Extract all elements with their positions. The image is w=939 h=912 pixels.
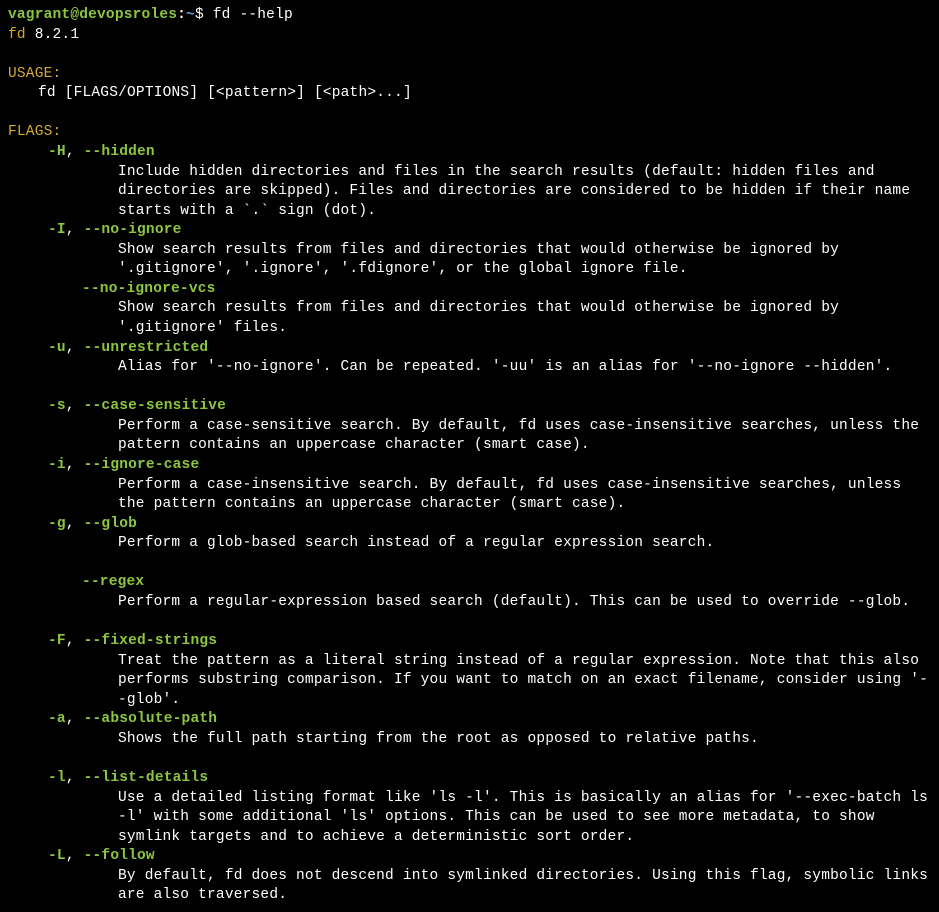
- flag-line: -g, --glob: [8, 515, 931, 535]
- flag-short: -g: [48, 516, 66, 532]
- flag-line: -i, --ignore-case: [8, 456, 931, 476]
- flag-short: -a: [48, 711, 66, 727]
- flag-description: Perform a case-insensitive search. By de…: [8, 476, 931, 515]
- flag-separator: ,: [66, 144, 84, 160]
- flag-line: --regex: [8, 573, 931, 593]
- blank-line: [8, 554, 931, 574]
- flag-separator: ,: [66, 516, 84, 532]
- flag-long: --no-ignore: [84, 222, 182, 238]
- blank-line: [8, 612, 931, 632]
- flag-description: Include hidden directories and files in …: [8, 163, 931, 222]
- flag-description: Perform a case-sensitive search. By defa…: [8, 417, 931, 456]
- flag-long: --no-ignore-vcs: [82, 281, 216, 297]
- usage-section: USAGE: fd [FLAGS/OPTIONS] [<pattern>] [<…: [8, 65, 931, 104]
- flag-line: -u, --unrestricted: [8, 339, 931, 359]
- prompt-dollar: $: [195, 7, 204, 23]
- prompt-colon: :: [177, 7, 186, 23]
- flag-separator: ,: [66, 398, 84, 414]
- flag-description: Show search results from files and direc…: [8, 299, 931, 338]
- flag-description: Alias for '--no-ignore'. Can be repeated…: [8, 358, 931, 378]
- program-version: 8.2.1: [35, 27, 80, 43]
- flag-long: --absolute-path: [84, 711, 218, 727]
- flag-description: Perform a glob-based search instead of a…: [8, 534, 931, 554]
- flag-line: -F, --fixed-strings: [8, 632, 931, 652]
- flag-long: --unrestricted: [84, 340, 209, 356]
- flag-line: --no-ignore-vcs: [8, 280, 931, 300]
- flag-separator: ,: [66, 848, 84, 864]
- program-name: fd: [8, 27, 26, 43]
- flag-line: -a, --absolute-path: [8, 710, 931, 730]
- flags-list: -H, --hiddenInclude hidden directories a…: [8, 143, 931, 906]
- flags-header: FLAGS:: [8, 123, 931, 143]
- flag-short: -L: [48, 848, 66, 864]
- prompt-path: ~: [186, 7, 195, 23]
- flag-long: --list-details: [84, 770, 209, 786]
- flag-description: Use a detailed listing format like 'ls -…: [8, 789, 931, 848]
- flag-separator: ,: [66, 457, 84, 473]
- program-line: fd 8.2.1: [8, 26, 931, 46]
- flags-section: FLAGS: -H, --hiddenInclude hidden direct…: [8, 123, 931, 906]
- flag-separator: ,: [66, 222, 84, 238]
- flag-separator: ,: [66, 340, 84, 356]
- flag-long: --ignore-case: [84, 457, 200, 473]
- flag-short: -u: [48, 340, 66, 356]
- flag-description: Perform a regular-expression based searc…: [8, 593, 931, 613]
- flag-short: -i: [48, 457, 66, 473]
- flag-short: -H: [48, 144, 66, 160]
- blank-line: [8, 104, 931, 124]
- terminal-output: vagrant@devopsroles:~$ fd --help fd 8.2.…: [8, 6, 931, 906]
- flag-long: --glob: [84, 516, 137, 532]
- command-text: fd --help: [213, 7, 293, 23]
- flag-description: Show search results from files and direc…: [8, 241, 931, 280]
- flag-short: -F: [48, 633, 66, 649]
- usage-header: USAGE:: [8, 65, 931, 85]
- flag-short: -s: [48, 398, 66, 414]
- blank-line: [8, 749, 931, 769]
- flag-line: -l, --list-details: [8, 769, 931, 789]
- flag-separator: ,: [66, 633, 84, 649]
- prompt-line: vagrant@devopsroles:~$ fd --help: [8, 6, 931, 26]
- usage-text: fd [FLAGS/OPTIONS] [<pattern>] [<path>..…: [8, 84, 931, 104]
- flag-line: -H, --hidden: [8, 143, 931, 163]
- blank-line: [8, 378, 931, 398]
- flag-line: -s, --case-sensitive: [8, 397, 931, 417]
- flag-description: By default, fd does not descend into sym…: [8, 867, 931, 906]
- flag-long: --follow: [84, 848, 155, 864]
- flag-separator: ,: [66, 770, 84, 786]
- flag-long: --hidden: [84, 144, 155, 160]
- flag-long: --regex: [82, 574, 144, 590]
- flag-line: -I, --no-ignore: [8, 221, 931, 241]
- blank-line: [8, 45, 931, 65]
- flag-long: --case-sensitive: [84, 398, 226, 414]
- flag-separator: ,: [66, 711, 84, 727]
- flag-line: -L, --follow: [8, 847, 931, 867]
- flag-short: -l: [48, 770, 66, 786]
- flag-long: --fixed-strings: [84, 633, 218, 649]
- prompt-user: vagrant: [8, 7, 70, 23]
- flag-short: -I: [48, 222, 66, 238]
- prompt-host: devopsroles: [79, 7, 177, 23]
- flag-description: Shows the full path starting from the ro…: [8, 730, 931, 750]
- prompt-at: @: [70, 7, 79, 23]
- flag-description: Treat the pattern as a literal string in…: [8, 652, 931, 711]
